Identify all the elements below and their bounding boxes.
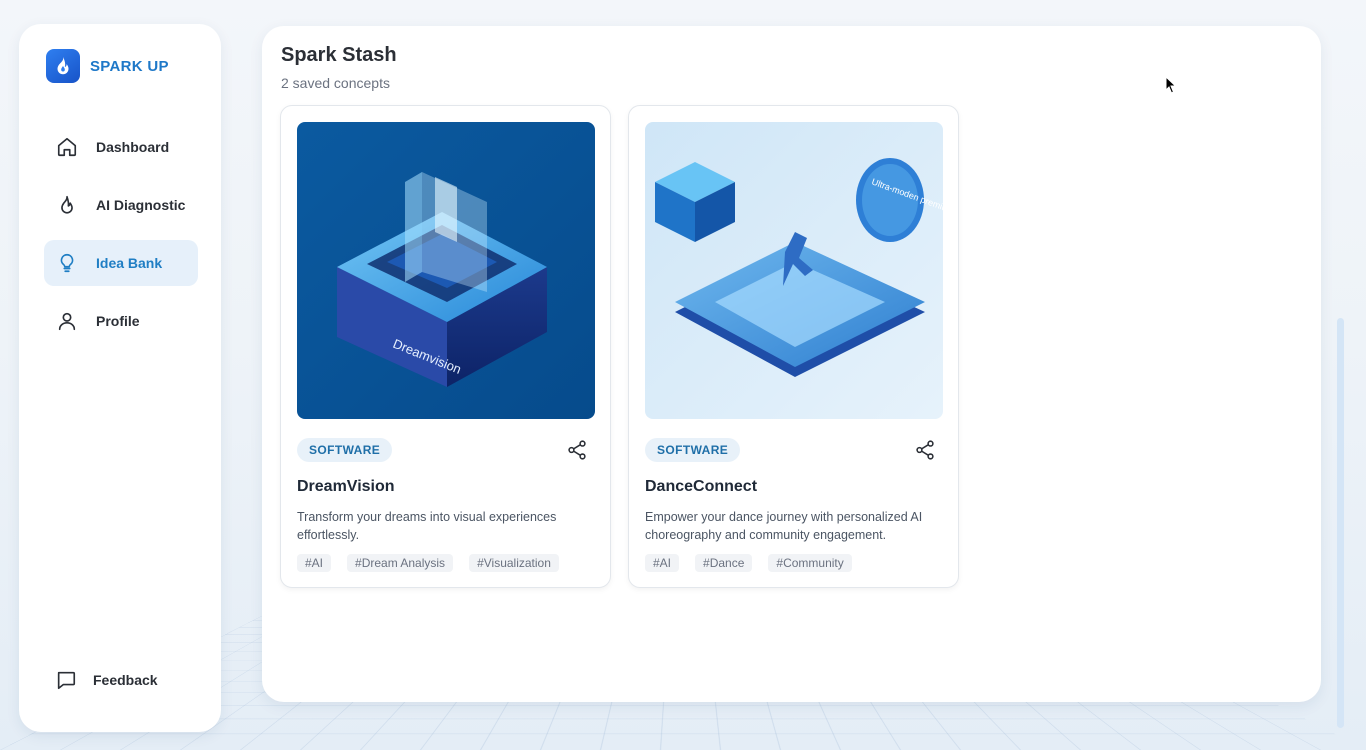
sidebar-item-dashboard[interactable]: Dashboard <box>44 124 198 170</box>
category-badge: SOFTWARE <box>297 438 393 462</box>
feedback-label: Feedback <box>93 672 158 688</box>
feedback-button[interactable]: Feedback <box>55 669 158 691</box>
lightbulb-icon <box>60 253 74 273</box>
tag-list: #AI #Dream Analysis #Visualization <box>297 554 559 572</box>
flame-icon <box>61 195 73 214</box>
sidebar-item-label: Idea Bank <box>96 255 163 271</box>
sidebar-item-label: AI Diagnostic <box>96 197 186 213</box>
sidebar-item-idea-bank[interactable]: Idea Bank <box>44 240 198 286</box>
sidebar-item-label: Profile <box>96 313 140 329</box>
page-title: Spark Stash <box>281 44 397 66</box>
idea-card-description: Transform your dreams into visual experi… <box>297 510 557 542</box>
idea-card-title: DanceConnect <box>645 478 758 495</box>
share-icon[interactable] <box>914 439 936 461</box>
message-icon <box>57 671 76 690</box>
idea-card-image: Ultra-moden premium pisnipt <box>645 122 943 419</box>
tag: #AI <box>297 554 332 572</box>
tag: #Visualization <box>469 554 559 572</box>
home-icon <box>57 137 77 157</box>
sidebar-item-label: Dashboard <box>96 139 170 155</box>
brand[interactable]: SPARK UP <box>46 49 169 83</box>
idea-card-image: Dreamvision <box>297 122 595 419</box>
share-icon[interactable] <box>566 439 588 461</box>
idea-card-title: DreamVision <box>297 478 395 495</box>
category-badge: SOFTWARE <box>645 438 741 462</box>
scrollbar[interactable] <box>1337 318 1344 728</box>
idea-card-dreamvision[interactable]: Dreamvision SOFTWARE DreamVision Transfo… <box>280 105 611 588</box>
tag: #Dream Analysis <box>347 554 454 572</box>
main-panel: Spark Stash 2 saved concepts Dreamvision… <box>262 26 1321 702</box>
sidebar-item-ai-diagnostic[interactable]: AI Diagnostic <box>44 182 198 228</box>
tag: #AI <box>645 554 680 572</box>
idea-card-danceconnect[interactable]: Ultra-moden premium pisnipt SOFTWARE Dan… <box>628 105 959 588</box>
tag: #Community <box>768 554 852 572</box>
brand-name: SPARK UP <box>90 57 169 75</box>
idea-card-description: Empower your dance journey with personal… <box>645 510 923 542</box>
tag-list: #AI #Dance #Community <box>645 554 852 572</box>
mouse-cursor-icon <box>1165 76 1177 94</box>
flame-logo-icon <box>46 49 80 83</box>
sidebar-item-profile[interactable]: Profile <box>44 298 198 344</box>
user-icon <box>58 312 76 331</box>
saved-count: 2 saved concepts <box>281 75 390 91</box>
sidebar: SPARK UP Dashboard AI Diagnostic Idea Ba… <box>19 24 221 732</box>
sidebar-nav: Dashboard AI Diagnostic Idea Bank Profil… <box>44 124 198 356</box>
tag: #Dance <box>695 554 753 572</box>
